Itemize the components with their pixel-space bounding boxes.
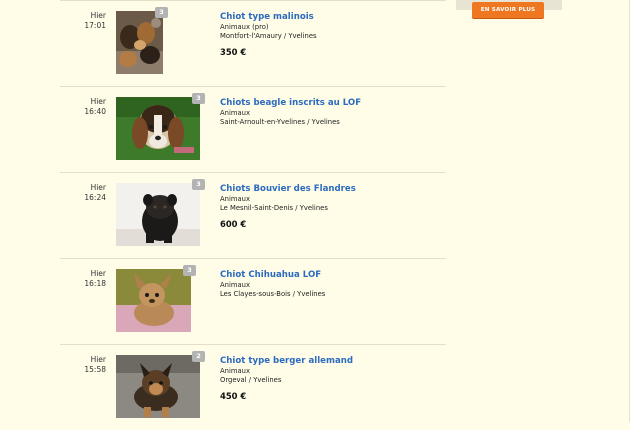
photo-count-badge: 3 xyxy=(155,7,168,18)
listing-price: 600 € xyxy=(220,219,247,229)
listing-thumbnail[interactable] xyxy=(116,183,200,246)
photo-count-badge: 3 xyxy=(192,179,205,190)
listing-thumbnail[interactable] xyxy=(116,11,163,74)
listing-location: Les Clayes-sous-Bois / Yvelines xyxy=(220,290,326,298)
listing-location: Le Mesnil-Saint-Denis / Yvelines xyxy=(220,204,328,212)
listing-time: 15:58 xyxy=(84,365,106,374)
listing-location: Montfort-l'Amaury / Yvelines xyxy=(220,32,317,40)
listing-category: Animaux xyxy=(220,281,250,289)
listing-price: 450 € xyxy=(220,391,247,401)
listing-day: Hier xyxy=(90,11,106,20)
listing-category: Animaux xyxy=(220,109,250,117)
listing-date: Hier 15:58 xyxy=(60,355,106,375)
listing-item[interactable]: Hier 17:01 3 Chiot type malinois Animaux… xyxy=(60,0,446,86)
puppy-photo xyxy=(116,269,191,332)
listing-item[interactable]: Hier 16:24 3 Chiots Bouvier des Flandres… xyxy=(60,172,446,258)
listing-title-link[interactable]: Chiot type malinois xyxy=(220,11,440,23)
listing-item[interactable]: Hier 15:58 2 Chiot type berger allemand … xyxy=(60,344,446,430)
photo-count-badge: 2 xyxy=(192,351,205,362)
listing-title-link[interactable]: Chiot type berger allemand xyxy=(220,355,440,367)
listing-location: Orgeval / Yvelines xyxy=(220,376,282,384)
photo-count-badge: 3 xyxy=(192,93,205,104)
listing-title-link[interactable]: Chiots beagle inscrits au LOF xyxy=(220,97,440,109)
listing-price: 350 € xyxy=(220,47,247,57)
listing-info: Chiots beagle inscrits au LOF Animaux Sa… xyxy=(220,97,440,127)
listing-time: 16:18 xyxy=(84,279,106,288)
listing-time: 16:24 xyxy=(84,193,106,202)
listing-title-link[interactable]: Chiots Bouvier des Flandres xyxy=(220,183,440,195)
listing-category: Animaux xyxy=(220,367,250,375)
listing-info: Chiot Chihuahua LOF Animaux Les Clayes-s… xyxy=(220,269,440,299)
puppy-photo xyxy=(116,355,200,418)
puppy-photo xyxy=(116,97,200,160)
listing-location: Saint-Arnoult-en-Yvelines / Yvelines xyxy=(220,118,340,126)
listing-day: Hier xyxy=(90,269,106,278)
listing-info: Chiot type malinois Animaux (pro) Montfo… xyxy=(220,11,440,57)
puppy-photo xyxy=(116,183,200,246)
photo-count-badge: 3 xyxy=(183,265,196,276)
listing-thumbnail[interactable] xyxy=(116,269,191,332)
listing-category: Animaux xyxy=(220,195,250,203)
listing-info: Chiot type berger allemand Animaux Orgev… xyxy=(220,355,440,401)
listing-thumbnail[interactable] xyxy=(116,97,200,160)
listing-item[interactable]: Hier 16:18 3 Chiot Chihuahua LOF Animaux… xyxy=(60,258,446,344)
listing-time: 16:40 xyxy=(84,107,106,116)
listing-date: Hier 16:24 xyxy=(60,183,106,203)
listing-thumbnail[interactable] xyxy=(116,355,200,418)
listing-day: Hier xyxy=(90,355,106,364)
listing-list: Hier 17:01 3 Chiot type malinois Animaux… xyxy=(60,0,446,430)
listing-date: Hier 17:01 xyxy=(60,11,106,31)
listing-time: 17:01 xyxy=(84,21,106,30)
puppy-photo xyxy=(116,11,163,74)
listing-category: Animaux (pro) xyxy=(220,23,269,31)
listing-item[interactable]: Hier 16:40 3 Chiots beagle inscrits au L… xyxy=(60,86,446,172)
learn-more-button[interactable]: EN SAVOIR PLUS xyxy=(472,2,544,18)
listing-title-link[interactable]: Chiot Chihuahua LOF xyxy=(220,269,440,281)
listing-date: Hier 16:40 xyxy=(60,97,106,117)
listing-date: Hier 16:18 xyxy=(60,269,106,289)
listing-day: Hier xyxy=(90,97,106,106)
listing-info: Chiots Bouvier des Flandres Animaux Le M… xyxy=(220,183,440,229)
listing-day: Hier xyxy=(90,183,106,192)
